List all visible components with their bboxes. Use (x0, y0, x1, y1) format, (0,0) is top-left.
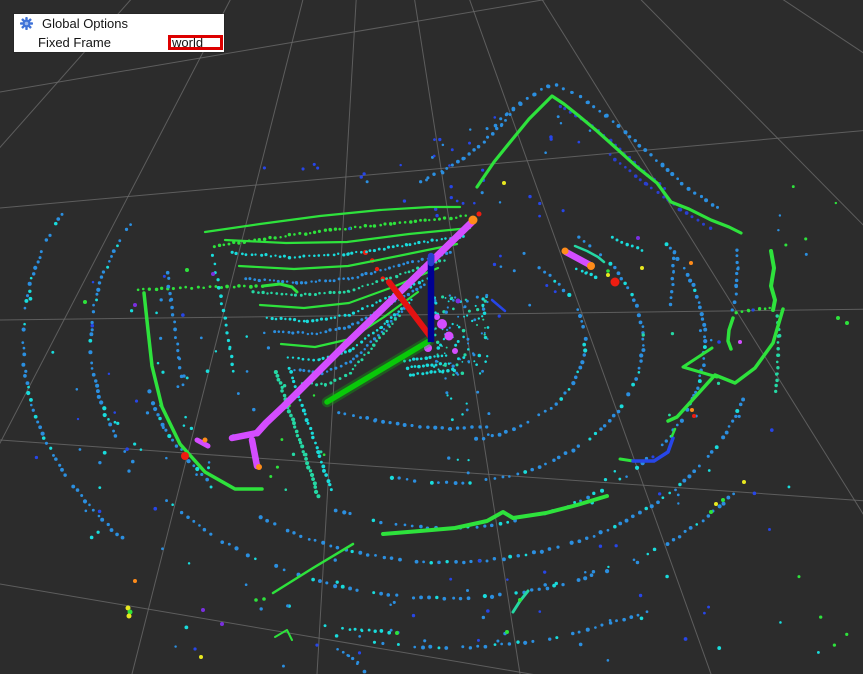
global-options-row[interactable]: Global Options (14, 14, 224, 33)
fixed-frame-value-field[interactable]: world (168, 35, 223, 50)
fixed-frame-label: Fixed Frame (38, 35, 111, 50)
global-options-panel: Global Options Fixed Frame world (14, 14, 224, 52)
3d-viewport[interactable] (0, 0, 863, 674)
rviz-window: Global Options Fixed Frame world (0, 0, 863, 674)
fixed-frame-row[interactable]: Fixed Frame world (14, 33, 224, 52)
gear-icon (20, 17, 33, 30)
global-options-label: Global Options (42, 16, 128, 31)
